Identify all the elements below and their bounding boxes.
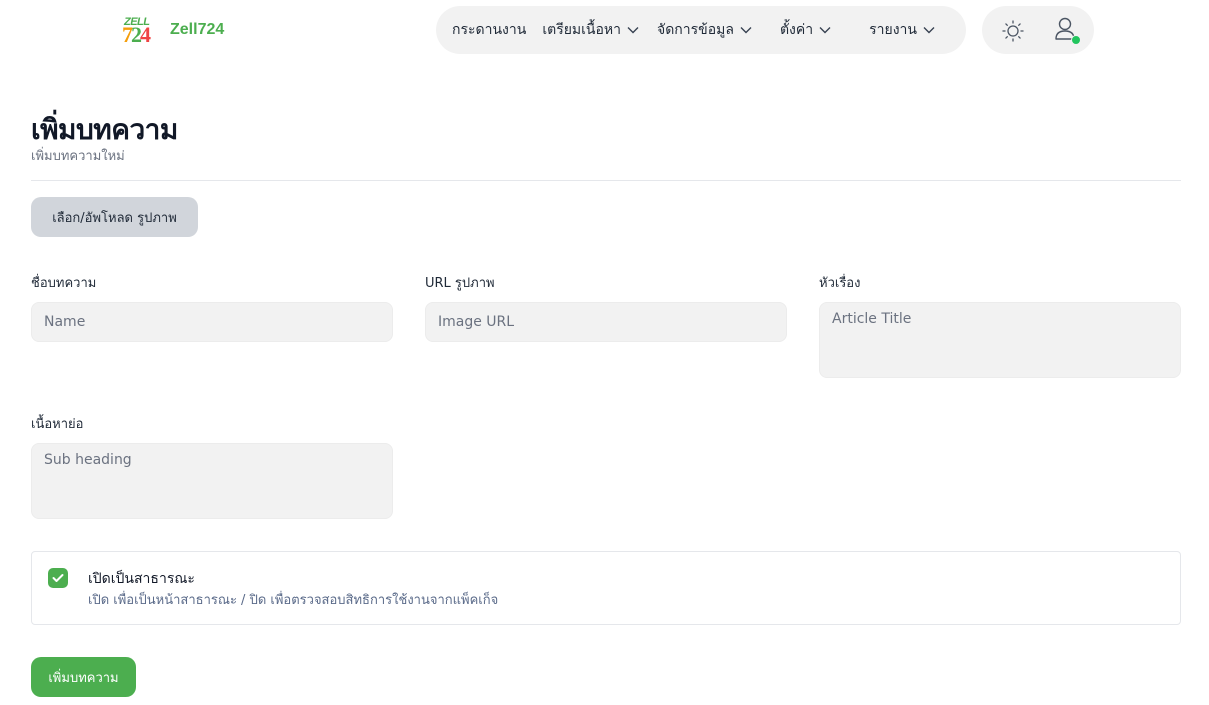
chevron-down-icon [819, 27, 831, 34]
check-icon [52, 574, 64, 582]
logo-digit-3: 4 [140, 22, 151, 47]
brand-name: Zell724 [170, 21, 225, 38]
article-title-label: หัวเรื่อง [819, 276, 861, 291]
header-tools [982, 6, 1094, 54]
chevron-down-icon [923, 27, 935, 34]
name-input[interactable] [31, 302, 393, 342]
nav-item-manage-data[interactable]: จัดการข้อมูล [657, 19, 752, 41]
upload-image-button[interactable]: เลือก/อัพโหลด รูปภาพ [31, 197, 198, 237]
logo-mark-digits: 724 [122, 22, 151, 48]
nav-item-prepare-content[interactable]: เตรียมเนื้อหา [542, 19, 639, 41]
article-title-input[interactable] [819, 302, 1181, 378]
public-setting-box: เปิดเป็นสาธารณะ เปิด เพื่อเป็นหน้าสาธารณ… [31, 551, 1181, 625]
add-article-button[interactable]: เพิ่มบทความ [31, 657, 136, 697]
chevron-down-icon [740, 27, 752, 34]
nav-item-dashboard[interactable]: กระดานงาน [452, 19, 526, 41]
image-url-label: URL รูปภาพ [425, 276, 495, 291]
brand-logo[interactable]: ZELL 724 Zell724 [122, 14, 225, 48]
logo-icon: ZELL 724 [122, 14, 160, 48]
logo-digit-2: 2 [131, 22, 142, 47]
name-label: ชื่อบทความ [31, 276, 97, 291]
chevron-down-icon [627, 27, 639, 34]
page-subtitle: เพิ่มบทความใหม่ [31, 149, 125, 164]
public-setting-description: เปิด เพื่อเป็นหน้าสาธารณะ / ปิด เพื่อตรว… [88, 593, 499, 608]
nav-item-label: จัดการข้อมูล [657, 22, 734, 38]
sun-icon[interactable] [1002, 20, 1024, 42]
nav-item-label: รายงาน [869, 22, 917, 38]
public-checkbox[interactable] [48, 568, 68, 588]
logo-digit-1: 7 [122, 22, 133, 47]
nav-item-label: เตรียมเนื้อหา [542, 22, 621, 38]
sub-heading-input[interactable] [31, 443, 393, 519]
main-nav: กระดานงาน เตรียมเนื้อหา จัดการข้อมูล ตั้… [436, 6, 966, 54]
divider [31, 180, 1181, 181]
public-setting-title: เปิดเป็นสาธารณะ [88, 571, 195, 587]
image-url-input[interactable] [425, 302, 787, 342]
nav-item-label: ตั้งค่า [779, 22, 814, 38]
sub-heading-label: เนื้อหาย่อ [31, 417, 84, 432]
nav-item-label: กระดานงาน [452, 22, 527, 38]
nav-item-reports[interactable]: รายงาน [869, 19, 935, 41]
online-status-dot [1071, 35, 1081, 45]
nav-item-settings[interactable]: ตั้งค่า [780, 19, 831, 41]
